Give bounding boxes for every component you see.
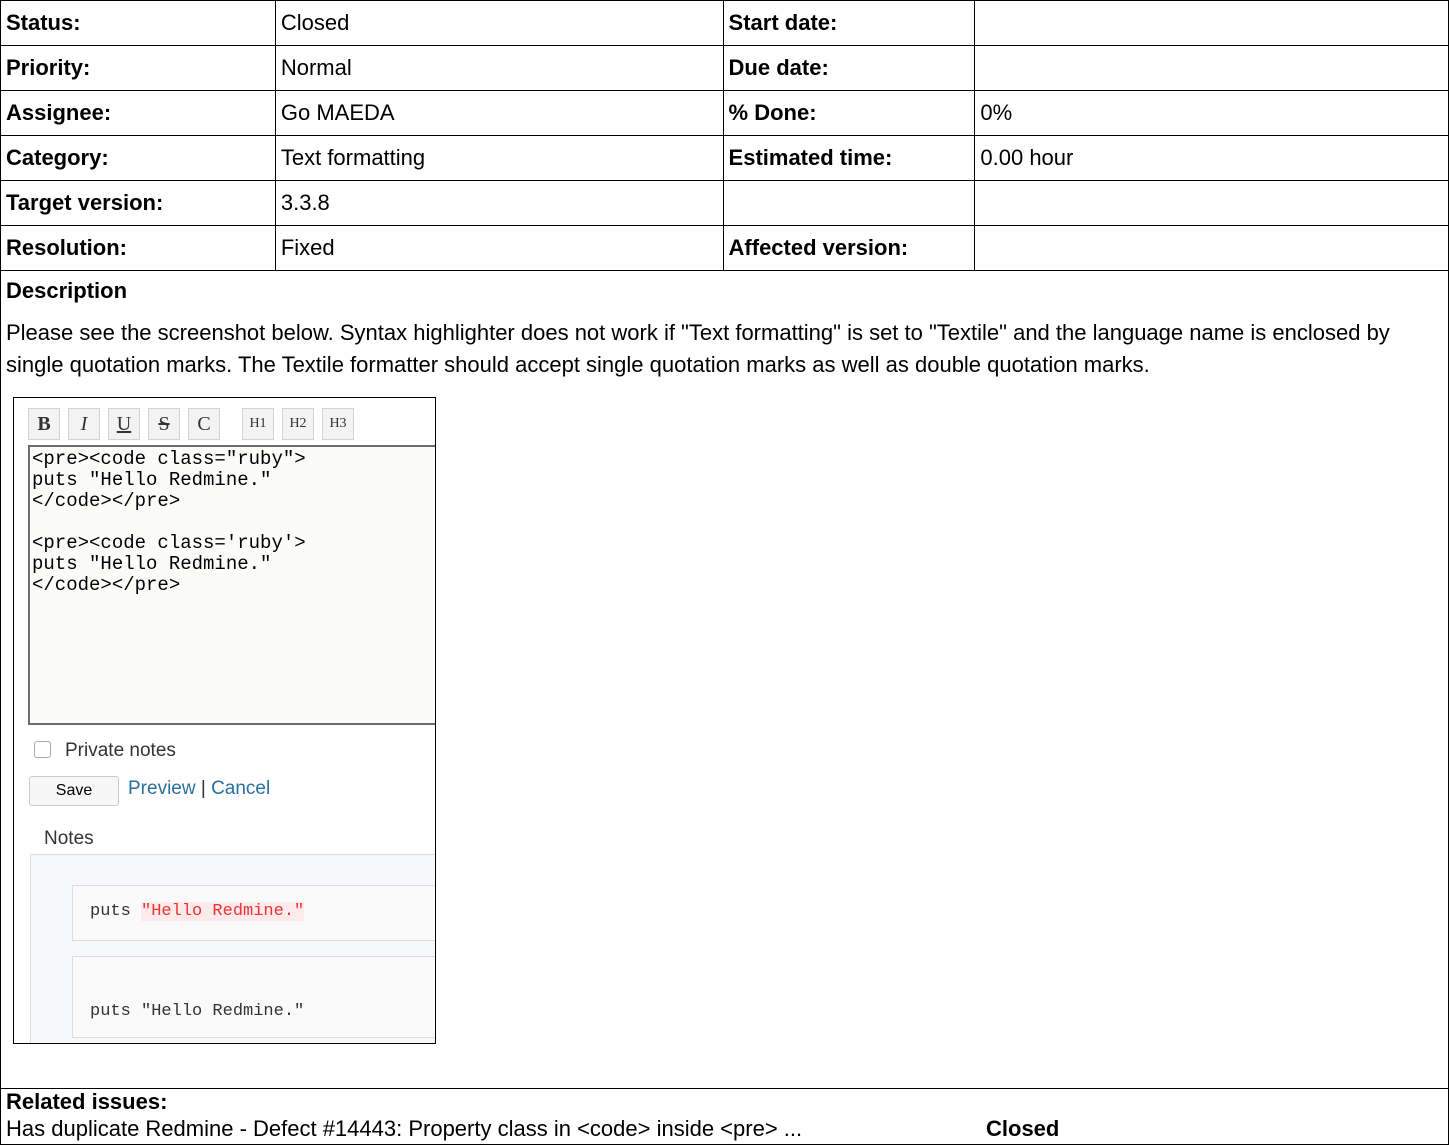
cancel-link: Cancel bbox=[211, 778, 271, 799]
code-line: puts "Hello Redmine." bbox=[90, 1002, 305, 1021]
due-date-label: Due date: bbox=[722, 45, 976, 91]
issue-attributes-table: Status: Closed Start date: Priority: Nor… bbox=[0, 0, 1449, 271]
h3-button: H3 bbox=[322, 408, 354, 440]
strikethrough-button: S bbox=[148, 408, 180, 440]
editor-textarea: <pre><code class="ruby"> puts "Hello Red… bbox=[28, 445, 435, 725]
related-issue-row[interactable]: Has duplicate Redmine - Defect #14443: P… bbox=[1, 1116, 1448, 1144]
target-version-label: Target version: bbox=[0, 180, 276, 226]
related-issues-title: Related issues: bbox=[6, 1089, 168, 1114]
private-notes-label: Private notes bbox=[65, 740, 176, 761]
underline-button: U bbox=[108, 408, 140, 440]
plain-code-block: puts "Hello Redmine." bbox=[72, 956, 435, 1038]
description-section: Description Please see the screenshot be… bbox=[0, 269, 1449, 1089]
start-date-value bbox=[974, 0, 1449, 46]
priority-value: Normal bbox=[274, 45, 724, 91]
preview-cancel-links: Preview | Cancel bbox=[128, 778, 270, 800]
estimated-time-value: 0.00 hour bbox=[974, 135, 1449, 181]
priority-label: Priority: bbox=[0, 45, 276, 91]
done-value: 0% bbox=[974, 90, 1449, 136]
bold-button: B bbox=[28, 408, 60, 440]
affected-version-value bbox=[974, 225, 1449, 271]
assignee-value[interactable]: Go MAEDA bbox=[274, 90, 724, 136]
estimated-time-label: Estimated time: bbox=[722, 135, 976, 181]
done-label: % Done: bbox=[722, 90, 976, 136]
code-line: puts "Hello Redmine." bbox=[90, 902, 305, 921]
resolution-label: Resolution: bbox=[0, 225, 276, 271]
h1-button: H1 bbox=[242, 408, 274, 440]
affected-version-label: Affected version: bbox=[722, 225, 976, 271]
attr-row: Category: Text formatting Estimated time… bbox=[0, 135, 1449, 181]
attr-row: Target version: 3.3.8 bbox=[0, 180, 1449, 226]
related-issue-link[interactable]: Has duplicate Redmine - Defect #14443: P… bbox=[6, 1116, 802, 1141]
related-issue-status: Closed bbox=[986, 1116, 1060, 1141]
attr-row: Assignee: Go MAEDA % Done: 0% bbox=[0, 90, 1449, 136]
empty-cell bbox=[722, 180, 976, 226]
category-value: Text formatting bbox=[274, 135, 724, 181]
status-value: Closed bbox=[274, 0, 724, 46]
status-label: Status: bbox=[0, 0, 276, 46]
description-title: Description bbox=[6, 278, 128, 303]
code-keyword: puts bbox=[90, 902, 131, 921]
resolution-value: Fixed bbox=[274, 225, 724, 271]
private-notes-checkbox: Private notes bbox=[34, 740, 176, 762]
attr-row: Resolution: Fixed Affected version: bbox=[0, 225, 1449, 271]
attr-row: Status: Closed Start date: bbox=[0, 0, 1449, 46]
target-version-value[interactable]: 3.3.8 bbox=[274, 180, 724, 226]
preview-link: Preview bbox=[128, 778, 196, 799]
attr-row: Priority: Normal Due date: bbox=[0, 45, 1449, 91]
assignee-label: Assignee: bbox=[0, 90, 276, 136]
highlighted-code-block: puts "Hello Redmine." bbox=[72, 885, 435, 941]
description-text: Please see the screenshot below. Syntax … bbox=[6, 320, 1390, 377]
category-label: Category: bbox=[0, 135, 276, 181]
h2-button: H2 bbox=[282, 408, 314, 440]
related-issues-section: Related issues: Has duplicate Redmine - … bbox=[0, 1088, 1449, 1145]
due-date-value bbox=[974, 45, 1449, 91]
start-date-label: Start date: bbox=[722, 0, 976, 46]
italic-button: I bbox=[68, 408, 100, 440]
code-string: "Hello Redmine." bbox=[141, 902, 305, 921]
embedded-screenshot: B I U S C H1 H2 H3 <pre><code class="rub… bbox=[13, 397, 436, 1044]
code-button: C bbox=[188, 408, 220, 440]
notes-legend: Notes bbox=[40, 828, 98, 850]
issue-page: Status: Closed Start date: Priority: Nor… bbox=[0, 0, 1449, 1145]
empty-cell bbox=[974, 180, 1449, 226]
checkbox-icon bbox=[34, 741, 51, 758]
save-button: Save bbox=[29, 776, 119, 806]
link-separator: | bbox=[200, 778, 206, 799]
